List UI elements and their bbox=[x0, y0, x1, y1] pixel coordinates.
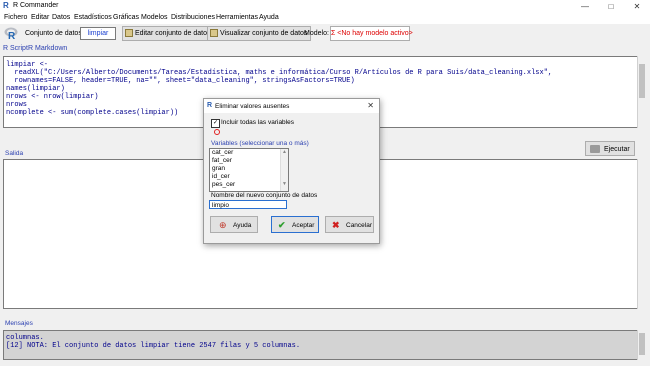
scroll-up-icon[interactable]: ▲ bbox=[281, 149, 288, 155]
execute-button[interactable]: Ejecutar bbox=[585, 141, 635, 156]
view-icon bbox=[210, 29, 218, 37]
indicator-dot bbox=[214, 129, 220, 135]
script-scrollbar[interactable] bbox=[637, 56, 646, 128]
checkmark-icon: ✔ bbox=[278, 220, 286, 230]
message-line: columnas. bbox=[6, 334, 44, 342]
edit-dataset-button[interactable]: Editar conjunto de datos bbox=[122, 26, 215, 41]
r-app-icon: R bbox=[207, 102, 213, 109]
x-icon: ✖ bbox=[332, 220, 340, 230]
dialog-title: Eliminar valores ausentes bbox=[215, 103, 290, 110]
include-all-checkbox[interactable]: ✓ bbox=[211, 119, 220, 128]
menu-ayuda[interactable]: Ayuda bbox=[259, 14, 279, 21]
ok-button[interactable]: ✔ Aceptar bbox=[271, 216, 319, 233]
ok-button-label: Aceptar bbox=[292, 222, 315, 229]
svg-text:R: R bbox=[8, 31, 16, 40]
cancel-button[interactable]: ✖ Cancelar bbox=[325, 216, 374, 233]
menu-editar[interactable]: Editar bbox=[31, 14, 49, 21]
list-item[interactable]: pes_cer bbox=[210, 181, 288, 189]
menu-fichero[interactable]: Fichero bbox=[4, 14, 27, 21]
new-dataset-label: Nombre del nuevo conjunto de datos bbox=[211, 192, 318, 199]
menu-modelos[interactable]: Modelos bbox=[141, 14, 167, 21]
edit-icon bbox=[125, 29, 133, 37]
list-item[interactable]: id_cer bbox=[210, 173, 288, 181]
active-model-button[interactable]: Σ <No hay modelo activo> bbox=[330, 26, 413, 41]
lifebuoy-icon: ⊕ bbox=[219, 220, 227, 230]
list-item[interactable]: fat_cer bbox=[210, 157, 288, 165]
script-line: names(limpiar) bbox=[6, 85, 65, 93]
menu-estadisticos[interactable]: Estadísticos bbox=[74, 14, 112, 21]
messages-label: Mensajes bbox=[5, 320, 33, 327]
remove-missing-dialog: R Eliminar valores ausentes ✕ ✓ Incluir … bbox=[203, 98, 380, 244]
maximize-button[interactable]: □ bbox=[598, 0, 624, 13]
execute-label: Ejecutar bbox=[604, 146, 630, 153]
dataset-label: Conjunto de datos: bbox=[25, 30, 84, 37]
messages-scrollbar-thumb[interactable] bbox=[639, 333, 645, 355]
output-label: Salida bbox=[5, 150, 24, 157]
messages-panel[interactable]: columnas. [12] NOTA: El conjunto de dato… bbox=[3, 330, 638, 360]
title-bar: R R Commander — □ ✕ bbox=[0, 0, 650, 13]
messages-scrollbar[interactable] bbox=[637, 330, 646, 360]
view-dataset-label: Visualizar conjunto de datos bbox=[220, 30, 308, 37]
variables-label: Variables (seleccionar una o más) bbox=[211, 140, 309, 147]
script-line: rownames=FALSE, header=TRUE, na="", shee… bbox=[6, 77, 355, 85]
script-line: limpiar <- bbox=[6, 61, 53, 69]
view-dataset-button[interactable]: Visualizar conjunto de datos bbox=[207, 26, 312, 41]
menu-graficas[interactable]: Gráficas bbox=[113, 14, 139, 21]
help-button-label: Ayuda bbox=[233, 222, 252, 229]
menu-distribuciones[interactable]: Distribuciones bbox=[171, 14, 215, 21]
execute-icon bbox=[590, 145, 600, 153]
dialog-close-button[interactable]: ✕ bbox=[367, 101, 374, 110]
window-title: R Commander bbox=[13, 2, 59, 9]
edit-dataset-label: Editar conjunto de datos bbox=[135, 30, 211, 37]
include-all-label: Incluir todas las variables bbox=[221, 119, 294, 126]
script-line: readXL("C:/Users/Alberto/Documents/Tarea… bbox=[6, 69, 553, 77]
list-item[interactable]: cat_cer bbox=[210, 149, 288, 157]
model-label: Modelo: bbox=[304, 30, 329, 37]
minimize-button[interactable]: — bbox=[572, 0, 598, 13]
r-logo-icon: R bbox=[4, 27, 18, 40]
active-dataset-button[interactable]: limpiar bbox=[80, 27, 116, 40]
help-button[interactable]: ⊕ Ayuda bbox=[210, 216, 258, 233]
tab-r-script[interactable]: R Script bbox=[3, 45, 28, 52]
toolbar: R Conjunto de datos: limpiar Editar conj… bbox=[0, 24, 650, 44]
variables-scrollbar[interactable]: ▲ ▼ bbox=[280, 149, 288, 191]
list-item[interactable]: gran bbox=[210, 165, 288, 173]
menu-bar: Fichero Editar Datos Estadísticos Gráfic… bbox=[0, 13, 650, 24]
script-scrollbar-thumb[interactable] bbox=[639, 64, 645, 98]
menu-herramientas[interactable]: Herramientas bbox=[216, 14, 258, 21]
scroll-down-icon[interactable]: ▼ bbox=[281, 181, 288, 187]
r-app-icon: R bbox=[3, 1, 9, 10]
cancel-button-label: Cancelar bbox=[346, 222, 373, 229]
tab-r-markdown[interactable]: R Markdown bbox=[28, 45, 67, 52]
menu-datos[interactable]: Datos bbox=[52, 14, 70, 21]
new-dataset-input[interactable]: limpio bbox=[209, 200, 287, 209]
message-line: [12] NOTA: El conjunto de datos limpiar … bbox=[6, 342, 301, 350]
dialog-title-bar: R Eliminar valores ausentes ✕ bbox=[204, 99, 379, 113]
output-scrollbar[interactable] bbox=[637, 159, 646, 309]
variables-listbox[interactable]: cat_cer fat_cer gran id_cer pes_cer ▲ ▼ bbox=[209, 148, 289, 192]
editor-tabs: R Script R Markdown bbox=[0, 44, 650, 54]
close-button[interactable]: ✕ bbox=[624, 0, 650, 13]
